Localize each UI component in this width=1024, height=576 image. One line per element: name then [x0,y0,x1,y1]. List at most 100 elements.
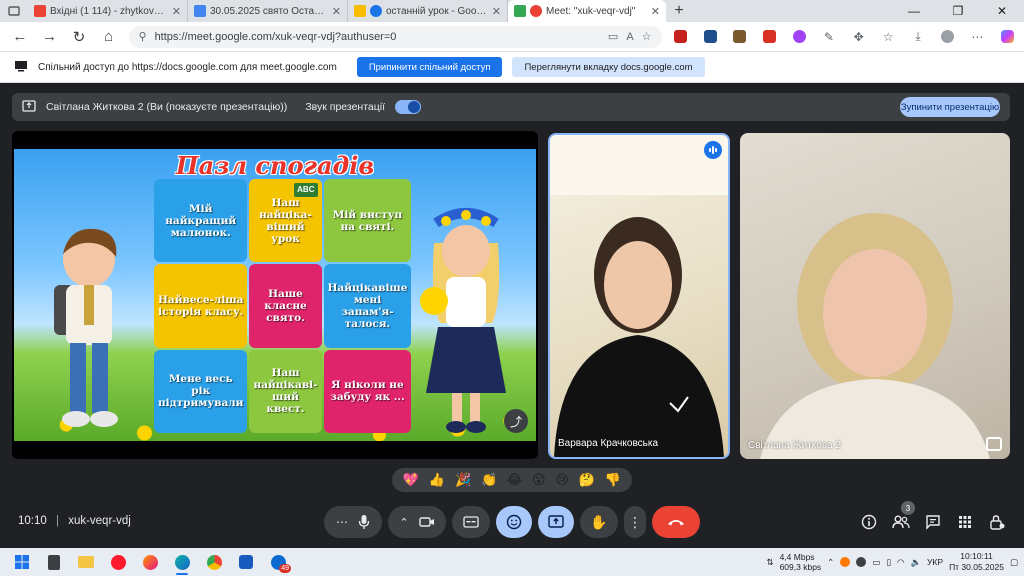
extension-red-icon[interactable] [759,26,781,48]
reload-icon[interactable]: ↻ [65,24,93,50]
avast-icon[interactable] [840,557,851,567]
reaction-sad-icon[interactable]: 😢 [555,472,569,488]
present-now-button[interactable] [538,506,574,538]
meet-icon [514,5,526,17]
maximize-icon[interactable]: ❐ [936,0,980,22]
tab-actions-icon[interactable] [0,0,28,22]
file-explorer-icon[interactable] [70,548,102,576]
display-icon[interactable]: ▯ [886,557,891,568]
camera-icon[interactable] [418,516,435,528]
firefox-icon[interactable] [134,548,166,576]
pin-tile-icon[interactable] [986,437,1002,451]
reaction-surprised-icon[interactable]: 😮 [532,472,546,488]
close-icon[interactable]: ✕ [492,5,501,18]
chrome-icon[interactable] [198,548,230,576]
close-window-icon[interactable]: ✕ [980,0,1024,22]
close-icon[interactable]: ✕ [332,5,341,18]
wifi-icon[interactable]: ◠ [897,557,904,568]
forward-icon[interactable]: → [36,24,64,50]
puzzle-piece: Мій найкращий малюнок. [154,179,248,263]
extension-shield-icon[interactable] [670,26,692,48]
volume-icon[interactable]: 🔈 [910,557,921,568]
edge-icon[interactable] [166,548,198,576]
security-icon[interactable] [856,557,867,567]
minimize-icon[interactable]: — [892,0,936,22]
view-tab-button[interactable]: Переглянути вкладку docs.google.com [512,57,705,77]
address-bar[interactable]: ⚲ https://meet.google.com/xuk-veqr-vdj?a… [128,25,662,48]
close-icon[interactable]: ✕ [172,5,181,18]
people-icon[interactable] [890,511,912,533]
stop-sharing-button[interactable]: Припинити спільний доступ [356,57,503,77]
tab-meet[interactable]: Meet: "xuk-veqr-vdj" ✕ [508,0,666,22]
browser-tab-strip: Вхідні (1 114) - zhytkova2@zosh ✕ 30.05.… [0,0,1024,22]
copilot-icon[interactable] [996,26,1018,48]
battery-icon[interactable]: ▭ [872,557,880,568]
extension-translate-icon[interactable] [699,26,721,48]
reaction-clap-icon[interactable]: 👏 [481,472,497,488]
more-options-button[interactable]: ⋮ [624,506,646,538]
chevron-up-icon[interactable]: ⌃ [399,516,408,529]
camera-control[interactable]: ⌃ [388,506,446,538]
microphone-control[interactable]: ⋯ [324,506,382,538]
emoji-reactions-button[interactable] [496,506,532,538]
favorites-icon[interactable]: ☆ [877,26,899,48]
host-controls-lock-icon[interactable] [986,511,1008,533]
calculator-icon[interactable] [38,548,70,576]
puzzle-piece: Мене весь рік підтримували [154,349,248,433]
captions-icon [463,516,479,528]
puzzle-piece: Найцікавіше мені запам'я-талося. [323,264,412,348]
captions-button[interactable] [452,506,490,538]
app-with-badge-icon[interactable]: 49 [262,548,294,576]
tab-gmail[interactable]: Вхідні (1 114) - zhytkova2@zosh ✕ [28,0,188,22]
more-audio-options-icon[interactable]: ⋯ [336,515,348,529]
participant-tile[interactable]: Світлана Житкова 2 [740,133,1010,459]
reaction-party-icon[interactable]: 🎉 [455,472,471,488]
extensions-puzzle-icon[interactable]: ✥ [848,26,870,48]
presentation-bar: Світлана Житкова 2 (Ви (показуєте презен… [12,93,1010,121]
home-icon[interactable]: ⌂ [95,24,123,50]
extension-pen-icon[interactable]: ✎ [818,26,840,48]
read-aloud-icon[interactable]: A [626,31,633,43]
extension-color-icon[interactable] [788,26,810,48]
microphone-icon[interactable] [358,514,370,530]
back-icon[interactable]: ← [6,24,34,50]
opera-icon[interactable] [102,548,134,576]
leave-call-button[interactable] [652,506,700,538]
activities-grid-icon[interactable] [954,511,976,533]
close-icon[interactable]: ✕ [651,5,660,18]
reaction-thinking-icon[interactable]: 🤔 [579,472,595,488]
screen-share-notice-bar: Спільний доступ до https://docs.google.c… [0,52,1024,83]
presentation-sound-toggle[interactable] [395,100,422,114]
recording-icon [370,5,382,17]
share-icon[interactable]: ⤴ [504,409,528,433]
menu-dots-icon[interactable]: ⋯ [967,26,989,48]
raise-hand-button[interactable]: ✋ [580,506,618,538]
camera-in-use-icon[interactable]: ▭ [608,30,618,43]
downloads-icon[interactable]: ⤓ [907,26,929,48]
slide-title: Пазл спогадів [175,151,375,180]
reaction-heart-icon[interactable]: 💖 [403,472,419,488]
tab-docs[interactable]: 30.05.2025 свято Останнього дз ✕ [188,0,348,22]
chevron-up-icon[interactable]: ⌃ [827,557,834,568]
stop-presenting-button[interactable]: Зупинити презентацію [900,97,1000,117]
language-indicator[interactable]: УКР [927,557,943,567]
system-clock[interactable]: 10:10:11 Пт 30.05.2025 [949,551,1004,573]
meet-window: Світлана Житкова 2 (Ви (показуєте презен… [0,83,1024,544]
word-icon[interactable] [230,548,262,576]
favorite-star-icon[interactable]: ☆ [642,30,652,43]
extension-figure-icon[interactable] [729,26,751,48]
reaction-thumbs-down-icon[interactable]: 👎 [605,472,621,488]
participant-tile[interactable]: Варвара Крачковська [548,133,730,459]
notifications-icon[interactable]: ▢ [1010,557,1018,568]
windows-start-icon[interactable] [6,548,38,576]
reaction-laugh-icon[interactable]: 😂 [507,472,522,488]
new-tab-button[interactable]: + [666,0,692,22]
window-controls: — ❐ ✕ [892,0,1024,22]
tab-slides[interactable]: останній урок - Google Пре ✕ [348,0,508,22]
chat-icon[interactable] [922,511,944,533]
share-message: Спільний доступ до https://docs.google.c… [38,61,337,73]
meeting-info-icon[interactable] [858,511,880,533]
reaction-thumbs-up-icon[interactable]: 👍 [429,472,445,488]
profile-avatar[interactable] [937,26,959,48]
site-info-icon[interactable]: ⚲ [139,30,147,43]
